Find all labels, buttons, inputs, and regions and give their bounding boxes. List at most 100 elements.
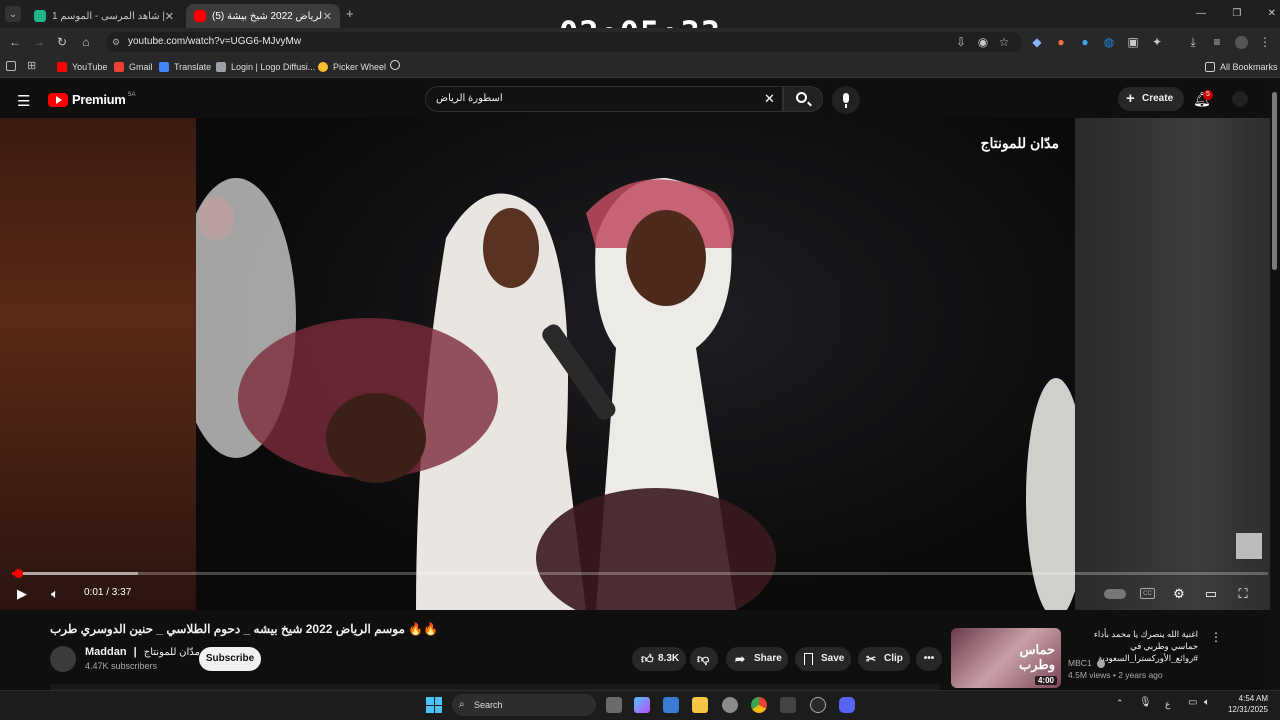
recommended-channel[interactable]: MBC1 [1068,658,1105,668]
hamburger-menu-icon[interactable]: ☰ [17,92,30,110]
bookmark-gmail[interactable]: Gmail [114,60,153,74]
network-icon[interactable]: ▭ [1188,697,1197,708]
thumbnail-overlay-text: حماس وطرب [1018,642,1055,672]
tray-microphone-icon[interactable]: 🎙︎ [1139,697,1152,708]
globe-icon[interactable] [390,60,400,70]
play-button[interactable]: ▶ [13,585,31,603]
bookmark-star-icon[interactable]: ☆ [997,35,1011,49]
video-watermark: مدّان للمونتاج [980,135,1059,151]
save-button[interactable]: Save [795,647,851,671]
profile-avatar[interactable] [1235,36,1248,49]
settings-app-icon[interactable] [722,697,738,713]
search-button[interactable] [783,86,823,112]
youtube-premium-logo[interactable]: Premium SA [48,92,136,107]
search-input[interactable]: اسطورة الرياض [425,86,783,112]
bookmark-logo-diffusion[interactable]: Login | Logo Diffusi... [216,60,315,74]
time-display: 0:01 / 3:37 [84,587,132,598]
tab-shahid[interactable]: شاهد المرسى - الموسم 1 | d.net ✕ [26,4,182,28]
eye-off-icon[interactable]: ◉ [976,35,990,49]
apps-grid-icon[interactable]: ⊞ [27,59,36,72]
miniplayer-icon[interactable]: ▭ [1202,585,1220,603]
minimize-icon[interactable]: — [1196,8,1206,19]
recommendation-menu-icon[interactable]: ⋮ [1210,630,1222,644]
scrollbar-thumb[interactable] [1272,92,1277,270]
windows-start-icon[interactable] [426,697,442,713]
clip-button[interactable]: ✂ Clip [858,647,910,671]
create-button[interactable]: + Create [1118,87,1184,111]
menu-kebab-icon[interactable]: ⋮ [1258,35,1272,49]
taskbar-search-icon: ⌕ [459,699,465,710]
extension-1-icon[interactable]: ◆ [1030,35,1044,49]
video-frame[interactable]: مدّان للمونتاج [196,118,1075,610]
youtube-favicon-icon [194,10,206,22]
youtube-play-logo-icon [48,92,68,107]
extension-3-icon[interactable]: ● [1078,35,1092,49]
progress-scrubber[interactable] [14,569,23,578]
tab-youtube[interactable]: (5) موسم الرياض 2022 شيخ بيشة ✕ [186,4,340,28]
more-actions-button[interactable]: ••• [916,647,942,671]
task-view-icon[interactable] [606,697,622,713]
voice-search-button[interactable] [832,86,860,114]
video-player[interactable]: مدّان للمونتاج [0,118,1280,610]
fullscreen-icon[interactable]: ⛶ [1234,585,1252,603]
obs-icon[interactable] [810,697,826,713]
logo-diffusion-icon [216,62,226,72]
notification-count-badge: 5 [1203,90,1213,100]
tab-list-button[interactable]: ⌄ [5,6,21,22]
new-tab-button[interactable]: + [346,6,354,21]
clear-search-icon[interactable]: ✕ [764,91,775,107]
extension-5-icon[interactable]: ▣ [1126,35,1140,49]
close-window-icon[interactable]: ✕ [1268,8,1276,19]
site-info-icon[interactable]: ⚙ [112,32,120,52]
tray-chevron-icon[interactable]: ⌃ [1116,698,1124,709]
progress-bar[interactable] [12,572,1268,575]
chrome-icon[interactable] [751,697,767,713]
address-bar[interactable]: ⚙ youtube.com/watch?v=UGG6-MJvyMw [106,32,1022,52]
all-bookmarks[interactable]: All Bookmarks [1205,60,1278,74]
recommended-video-thumbnail[interactable]: حماس وطرب 4:00 [951,628,1061,688]
shahid-favicon-icon [34,10,46,22]
store-icon[interactable] [663,697,679,713]
channel-avatar[interactable] [50,646,76,672]
speaker-icon[interactable]: 🔈︎ [1204,697,1210,708]
dislike-button[interactable]: 👎︎ [690,647,718,671]
bookmark-picker-wheel[interactable]: Picker Wheel [318,60,386,74]
taskbar-search[interactable]: ⌕ Search [452,694,596,716]
account-avatar[interactable] [1232,91,1248,107]
discord-icon[interactable] [839,697,855,713]
downloads-icon[interactable]: ⤓ [1186,35,1200,49]
share-button[interactable]: ➦ Share [726,647,788,671]
like-button[interactable]: 👍︎ 8.3K [632,647,686,671]
close-tab-icon[interactable]: ✕ [165,10,174,23]
settings-gear-icon[interactable]: ⚙ [1170,585,1188,603]
system-clock[interactable]: 4:54 AM 12/31/2025 [1222,693,1268,715]
reading-list-icon[interactable]: ≡ [1210,35,1224,49]
extension-2-icon[interactable]: ● [1054,35,1068,49]
clock-date: 12/31/2025 [1227,705,1268,714]
extensions-puzzle-icon[interactable]: ✦ [1150,35,1164,49]
volume-icon[interactable]: 🔈︎ [46,585,64,603]
restore-icon[interactable]: ❐ [1232,8,1241,19]
home-icon[interactable]: ⌂ [79,35,93,49]
bookmark-translate[interactable]: Translate [159,60,211,74]
captions-icon[interactable]: CC [1140,588,1155,599]
back-icon[interactable]: ← [8,35,22,49]
end-screen-thumbnail[interactable] [1236,533,1262,559]
install-app-icon[interactable]: ⇩ [954,35,968,49]
channel-name[interactable]: Maddan | مدّان للمونتاج [85,646,200,658]
bookmark-youtube[interactable]: YouTube [57,60,107,74]
subscribe-button[interactable]: Subscribe [199,647,261,671]
forward-icon[interactable]: → [32,35,46,49]
close-tab-icon[interactable]: ✕ [323,10,332,23]
share-icon: ➦ [735,652,746,666]
input-language[interactable]: ع [1165,699,1170,710]
calculator-icon[interactable] [780,697,796,713]
copilot-icon[interactable] [634,697,650,713]
thumbs-down-icon: 👎︎ [697,652,710,666]
file-explorer-icon[interactable] [692,697,708,713]
sidebar-icon[interactable] [6,61,16,71]
reload-icon[interactable]: ↻ [55,35,69,49]
autoplay-toggle[interactable] [1104,589,1126,599]
youtube-icon [57,62,67,72]
extension-4-icon[interactable]: ◍ [1102,35,1116,49]
